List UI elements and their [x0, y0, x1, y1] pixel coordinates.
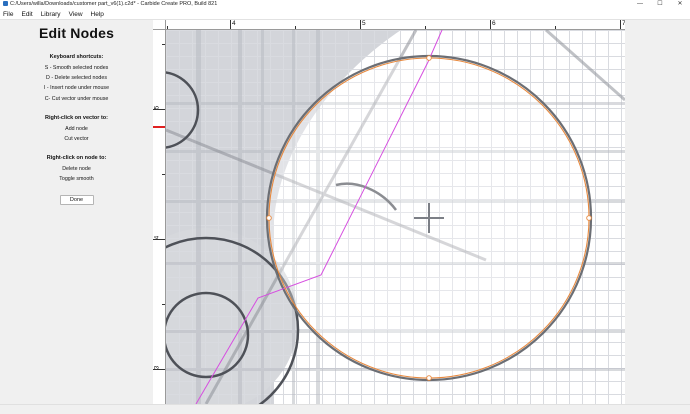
window-controls: — ☐ ✕ [630, 0, 690, 9]
ruler-left-label: 4 [153, 235, 161, 240]
ruler-top-label: 6 [492, 20, 496, 27]
menu-help[interactable]: Help [91, 9, 104, 19]
ruler-left-label: 5 [153, 105, 161, 110]
shortcut-smooth: S - Smooth selected nodes [44, 65, 109, 71]
vector-rightclick-heading: Right-click on vector to: [45, 114, 108, 121]
ruler-top-major-tick [360, 20, 361, 29]
ruler-top-major-tick [490, 20, 491, 29]
canvas-drawing[interactable] [166, 30, 625, 404]
node-delete: Delete node [62, 165, 91, 172]
keyboard-shortcuts-heading: Keyboard shortcuts: [49, 54, 104, 60]
vector-add-node: Add node [65, 125, 88, 132]
menu-view[interactable]: View [69, 9, 83, 19]
ruler-top-label: 5 [362, 20, 366, 27]
menu-library[interactable]: Library [41, 9, 61, 19]
carbide-create-icon [3, 0, 8, 6]
right-gutter [625, 20, 690, 404]
panel-title: Edit Nodes [38, 25, 115, 41]
ruler-corner [153, 20, 166, 30]
node-rightclick-heading: Right-click on node to: [46, 154, 107, 161]
design-canvas[interactable] [166, 30, 625, 404]
ruler-top-label: 4 [232, 20, 236, 27]
ruler-top: 4 5 6 7 [166, 20, 625, 30]
window-title: C:/Users/willa/Downloads/customer part_v… [10, 1, 218, 7]
ruler-cursor-marker [153, 126, 165, 128]
edit-nodes-panel: Edit Nodes Keyboard shortcuts: S - Smoot… [0, 20, 153, 404]
close-button[interactable]: ✕ [670, 0, 690, 9]
shortcut-cut: C- Cut vector under mouse [44, 95, 109, 102]
window-titlebar: C:/Users/willa/Downloads/customer part_v… [0, 0, 690, 9]
ruler-top-major-tick [620, 20, 621, 29]
minimize-button[interactable]: — [630, 0, 650, 9]
done-button[interactable]: Done [59, 194, 94, 205]
shortcut-insert: I - Insert node under mouse [43, 85, 110, 92]
ruler-left: 5 4 3 [153, 30, 166, 404]
ruler-left-label: 3 [153, 365, 161, 370]
vector-cut: Cut vector [64, 135, 89, 142]
node-toggle-smooth: Toggle smooth [59, 175, 94, 182]
ruler-top-major-tick [230, 20, 231, 29]
menu-edit[interactable]: Edit [21, 9, 32, 19]
maximize-button[interactable]: ☐ [650, 0, 670, 9]
menu-bar: File Edit Library View Help [0, 9, 690, 20]
menu-file[interactable]: File [3, 9, 13, 19]
status-bar [0, 404, 690, 414]
shortcut-delete: D - Delete selected nodes [46, 75, 107, 82]
